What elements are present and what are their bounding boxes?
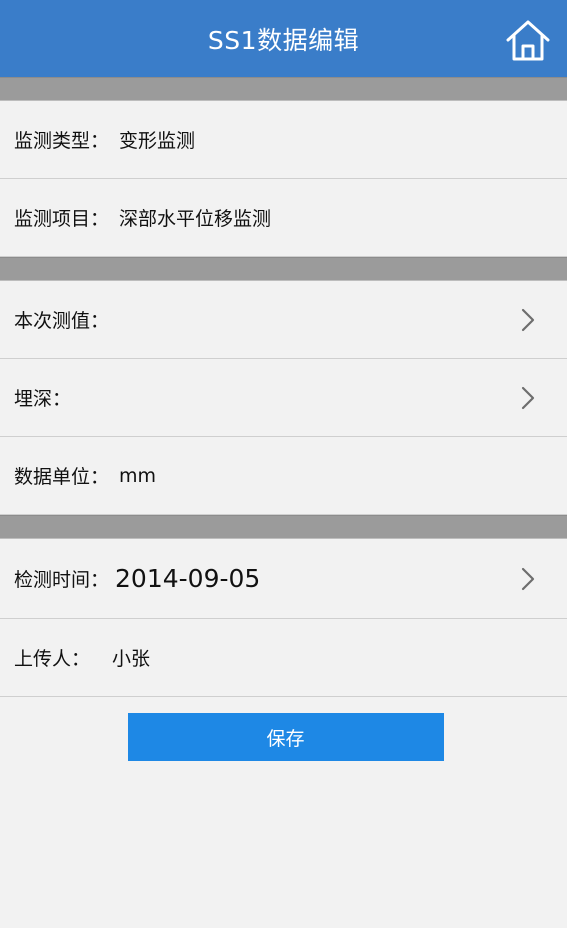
unit-label: 数据单位： [14, 466, 110, 488]
depth-label: 埋深： [14, 388, 72, 410]
monitor-type-label: 监测类型： [14, 130, 110, 152]
monitor-item-label: 监测项目： [14, 208, 110, 230]
chevron-right-icon [521, 386, 535, 409]
time-row[interactable]: 检测时间： 2014-09-05 [0, 539, 567, 619]
unit-row: 数据单位： mm [0, 437, 567, 515]
monitor-type-value: 变形监测 [119, 130, 196, 152]
current-value-row[interactable]: 本次测值： [0, 281, 567, 359]
unit-value: mm [119, 464, 157, 487]
monitor-type-row: 监测类型： 变形监测 [0, 101, 567, 179]
time-value: 2014-09-05 [115, 564, 261, 593]
chevron-right-icon [521, 308, 535, 331]
section-divider [0, 257, 567, 281]
page-title: SS1数据编辑 [207, 25, 360, 55]
save-container: 保存 [0, 697, 567, 761]
uploader-label: 上传人： [14, 648, 91, 670]
monitor-item-row: 监测项目： 深部水平位移监测 [0, 179, 567, 257]
chevron-right-icon [521, 567, 535, 590]
home-icon [506, 20, 550, 61]
app-header: SS1数据编辑 [0, 0, 567, 77]
monitor-item-value: 深部水平位移监测 [119, 208, 272, 230]
uploader-value: 小张 [112, 648, 151, 670]
uploader-row: 上传人： 小张 [0, 619, 567, 697]
save-button[interactable]: 保存 [127, 713, 444, 761]
section-divider [0, 77, 567, 101]
section-divider [0, 515, 567, 539]
home-button[interactable] [503, 14, 553, 64]
current-value-label: 本次测值： [14, 310, 110, 332]
time-label: 检测时间： [14, 569, 110, 591]
depth-row[interactable]: 埋深： [0, 359, 567, 437]
